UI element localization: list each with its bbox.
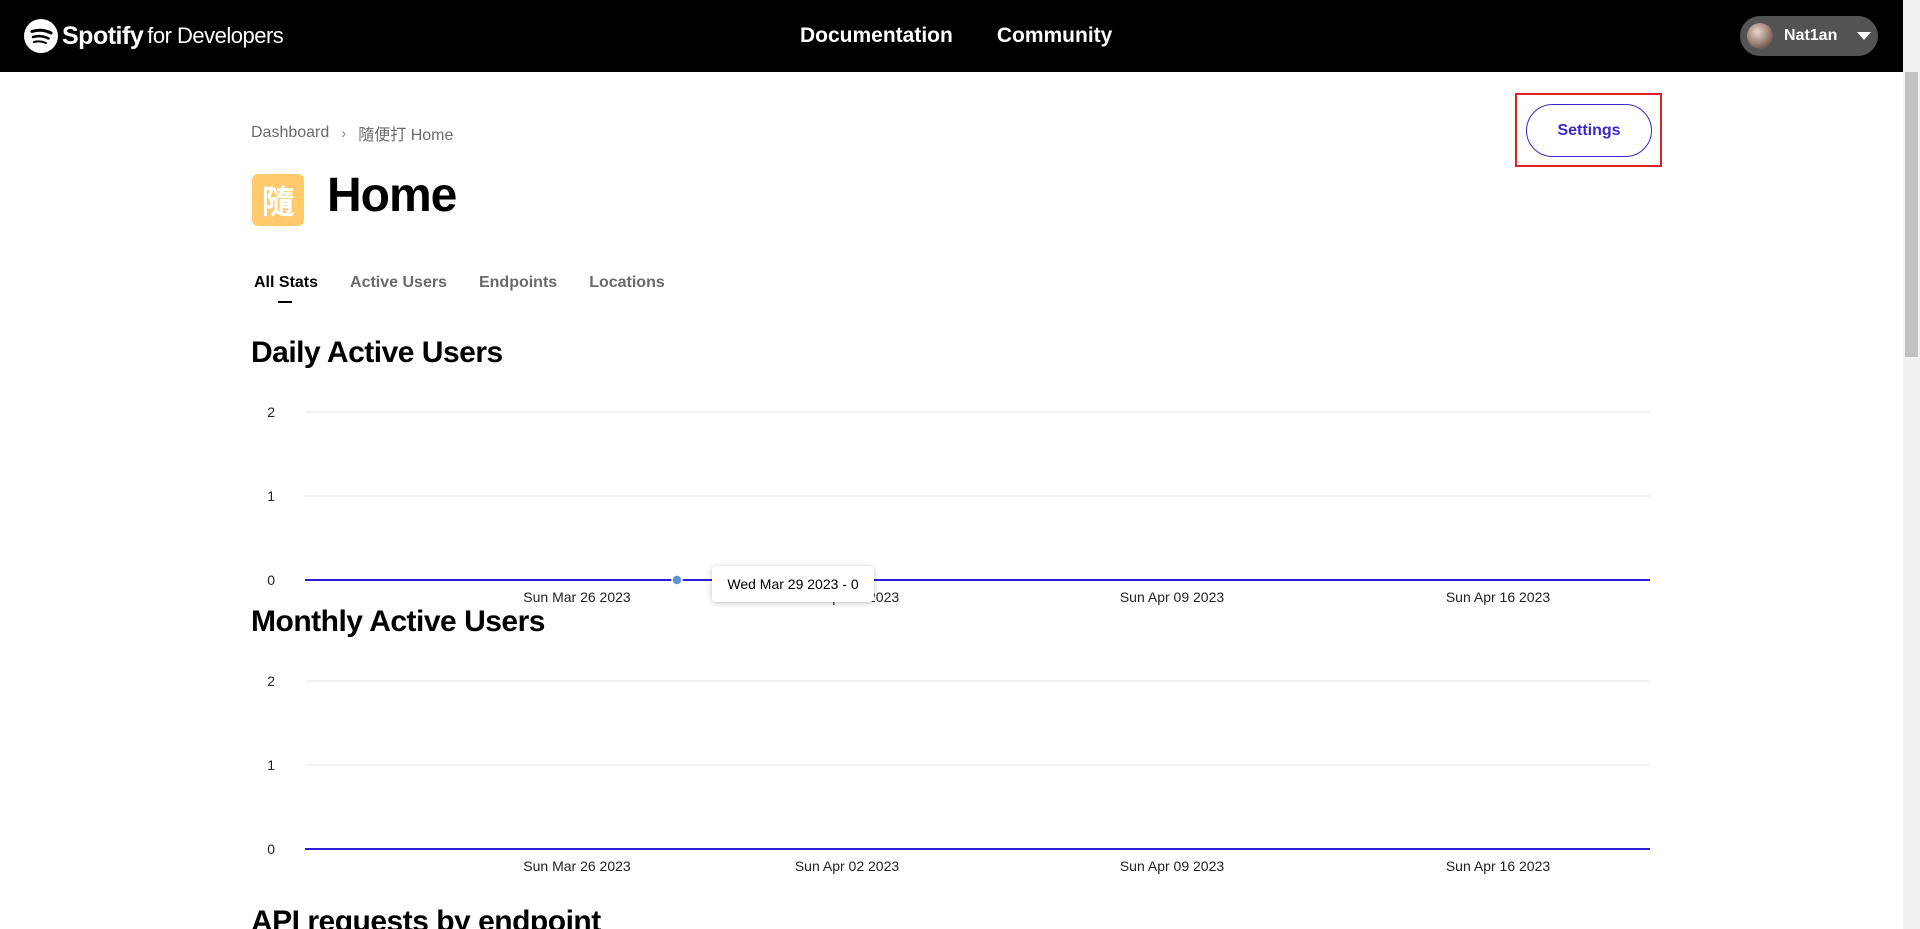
breadcrumb-separator-icon: ›: [341, 124, 347, 142]
hover-point[interactable]: [671, 574, 683, 586]
breadcrumb: Dashboard › 隨便打 Home: [251, 121, 453, 145]
breadcrumb-current: 隨便打 Home: [358, 127, 454, 144]
brand-name: Spotify: [62, 21, 144, 50]
settings-button[interactable]: Settings: [1526, 104, 1652, 157]
brand-sub: for Developers: [147, 23, 284, 48]
section-title-api: API requests by endpoint: [251, 905, 601, 929]
tab-locations[interactable]: Locations: [589, 274, 665, 292]
scrollbar-thumb[interactable]: [1905, 72, 1918, 357]
nav-link-community[interactable]: Community: [997, 24, 1113, 48]
x-tick-label: Sun Mar 26 2023: [523, 589, 631, 605]
x-tick-label: Sun Apr 09 2023: [1120, 858, 1225, 874]
x-tick-label: Sun Apr 16 2023: [1446, 858, 1551, 874]
y-tick-label: 2: [267, 404, 275, 420]
app-icon: 隨: [252, 174, 304, 226]
nav-link-documentation[interactable]: Documentation: [800, 24, 953, 48]
chart-tooltip: Wed Mar 29 2023 - 0: [712, 566, 874, 602]
avatar: [1747, 23, 1773, 49]
y-tick-label: 0: [267, 572, 275, 588]
tab-all-stats[interactable]: All Stats: [254, 274, 318, 303]
x-tick-label: Sun Apr 09 2023: [1120, 589, 1225, 605]
nav-links: Documentation Community: [800, 24, 1112, 48]
tab-endpoints[interactable]: Endpoints: [479, 274, 557, 292]
x-tick-label: Sun Apr 02 2023: [795, 858, 900, 874]
spotify-developers-logo[interactable]: Spotify for Developers: [24, 19, 284, 53]
section-title-daily: Daily Active Users: [251, 336, 503, 369]
y-tick-label: 1: [267, 488, 275, 504]
x-tick-label: Sun Apr 16 2023: [1446, 589, 1551, 605]
breadcrumb-dashboard[interactable]: Dashboard: [251, 124, 329, 142]
chevron-down-icon: [1857, 32, 1872, 40]
spotify-logo-icon: [24, 19, 58, 53]
monthly-chart-svg: 0 1 2 Sun Mar 26 2023 Sun Apr 02 2023 Sun Apr…: [267, 673, 1650, 874]
daily-active-users-chart: 012Sun Mar 26 2023Sun Apr 02 2023Sun Apr…: [255, 400, 1655, 620]
x-tick-label: Sun Mar 26 2023: [523, 858, 631, 874]
monthly-active-users-chart: 0 1 2 Sun Mar 26 2023 Sun Apr 02 2023 Sun Apr…: [255, 669, 1655, 889]
top-nav: Spotify for Developers Documentation Com…: [0, 0, 1920, 72]
page-title: Home: [327, 169, 457, 222]
user-menu-button[interactable]: Nat1an: [1740, 16, 1878, 56]
daily-chart-svg: 012Sun Mar 26 2023Sun Apr 02 2023Sun Apr…: [267, 404, 1650, 605]
y-tick-label: 2: [267, 673, 275, 689]
y-tick-label: 0: [267, 841, 275, 857]
y-tick-label: 1: [267, 757, 275, 773]
section-title-monthly: Monthly Active Users: [251, 605, 545, 638]
page-scrollbar[interactable]: [1903, 0, 1920, 929]
stats-tabs: All Stats Active Users Endpoints Locatio…: [254, 274, 665, 303]
user-name: Nat1an: [1784, 27, 1838, 44]
tab-active-users[interactable]: Active Users: [350, 274, 447, 292]
